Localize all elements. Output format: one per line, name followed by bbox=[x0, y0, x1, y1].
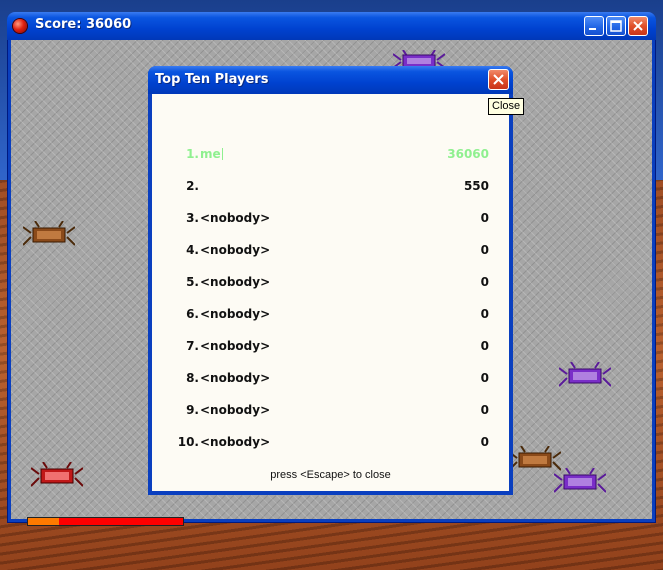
window-title: Score: 36060 bbox=[35, 17, 132, 32]
close-icon bbox=[493, 74, 504, 85]
player-name: <nobody> bbox=[200, 435, 271, 449]
purple-spider-enemy bbox=[559, 362, 611, 387]
text-caret bbox=[221, 148, 223, 160]
title-bar[interactable]: Score: 36060 bbox=[7, 12, 656, 40]
score-value: 0 bbox=[480, 371, 489, 385]
app-icon[interactable] bbox=[13, 19, 27, 33]
brown-spider-enemy bbox=[23, 221, 75, 246]
score-value: 550 bbox=[463, 179, 489, 193]
score-rank: 7. bbox=[186, 339, 199, 353]
score-rank: 9. bbox=[186, 403, 199, 417]
player-name: <nobody> bbox=[200, 275, 271, 289]
score-value: 0 bbox=[480, 243, 489, 257]
score-rank: 4. bbox=[186, 243, 199, 257]
score-rank: 2. bbox=[186, 179, 199, 193]
score-row: 6. <nobody> 0 bbox=[152, 307, 509, 327]
dialog-body: 1. me 36060 2. 550 3. <nobody> 0 4. <nobody> 0 5. <n… bbox=[152, 94, 509, 491]
score-rank: 10. bbox=[177, 435, 199, 449]
score-row: 3. <nobody> 0 bbox=[152, 211, 509, 231]
score-row: 10. <nobody> 0 bbox=[152, 435, 509, 455]
score-value: 36060 bbox=[447, 147, 489, 161]
close-icon bbox=[633, 21, 643, 31]
score-value: 0 bbox=[480, 275, 489, 289]
dialog-title: Top Ten Players bbox=[155, 72, 269, 87]
score-value: 0 bbox=[480, 307, 489, 321]
player-name: <nobody> bbox=[200, 307, 271, 321]
player-name: <nobody> bbox=[200, 211, 271, 225]
minimize-button[interactable] bbox=[584, 16, 604, 36]
player-name: <nobody> bbox=[200, 371, 271, 385]
high-scores-dialog: Top Ten Players 1. me 36060 2. 550 3. <nobody>… bbox=[148, 66, 513, 495]
dialog-title-bar[interactable]: Top Ten Players bbox=[148, 66, 513, 94]
score-rank: 1. bbox=[186, 147, 199, 161]
maximize-icon bbox=[610, 20, 622, 32]
score-rank: 5. bbox=[186, 275, 199, 289]
score-row: 9. <nobody> 0 bbox=[152, 403, 509, 423]
minimize-icon bbox=[589, 28, 596, 30]
score-row: 8. <nobody> 0 bbox=[152, 371, 509, 391]
score-value: 0 bbox=[480, 211, 489, 225]
health-bar bbox=[27, 517, 184, 526]
player-ship bbox=[31, 462, 83, 487]
maximize-button[interactable] bbox=[606, 16, 626, 36]
score-row: 7. <nobody> 0 bbox=[152, 339, 509, 359]
score-row: 5. <nobody> 0 bbox=[152, 275, 509, 295]
purple-spider-enemy bbox=[554, 468, 606, 493]
window-close-button[interactable] bbox=[628, 16, 648, 36]
score-rank: 6. bbox=[186, 307, 199, 321]
player-name: <nobody> bbox=[200, 403, 271, 417]
player-name-input[interactable]: me bbox=[200, 147, 223, 161]
health-bar-fill bbox=[28, 518, 59, 525]
escape-hint: press <Escape> to close bbox=[270, 469, 391, 481]
score-value: 0 bbox=[480, 435, 489, 449]
close-tooltip: Close bbox=[488, 98, 525, 115]
score-value: 0 bbox=[480, 403, 489, 417]
score-value: 0 bbox=[480, 339, 489, 353]
player-name: <nobody> bbox=[200, 339, 271, 353]
score-rank: 3. bbox=[186, 211, 199, 225]
score-row: 2. 550 bbox=[152, 179, 509, 199]
score-rank: 8. bbox=[186, 371, 199, 385]
score-row: 1. me 36060 bbox=[152, 147, 509, 167]
dialog-close-button[interactable] bbox=[488, 69, 509, 90]
score-row: 4. <nobody> 0 bbox=[152, 243, 509, 263]
player-name: <nobody> bbox=[200, 243, 271, 257]
